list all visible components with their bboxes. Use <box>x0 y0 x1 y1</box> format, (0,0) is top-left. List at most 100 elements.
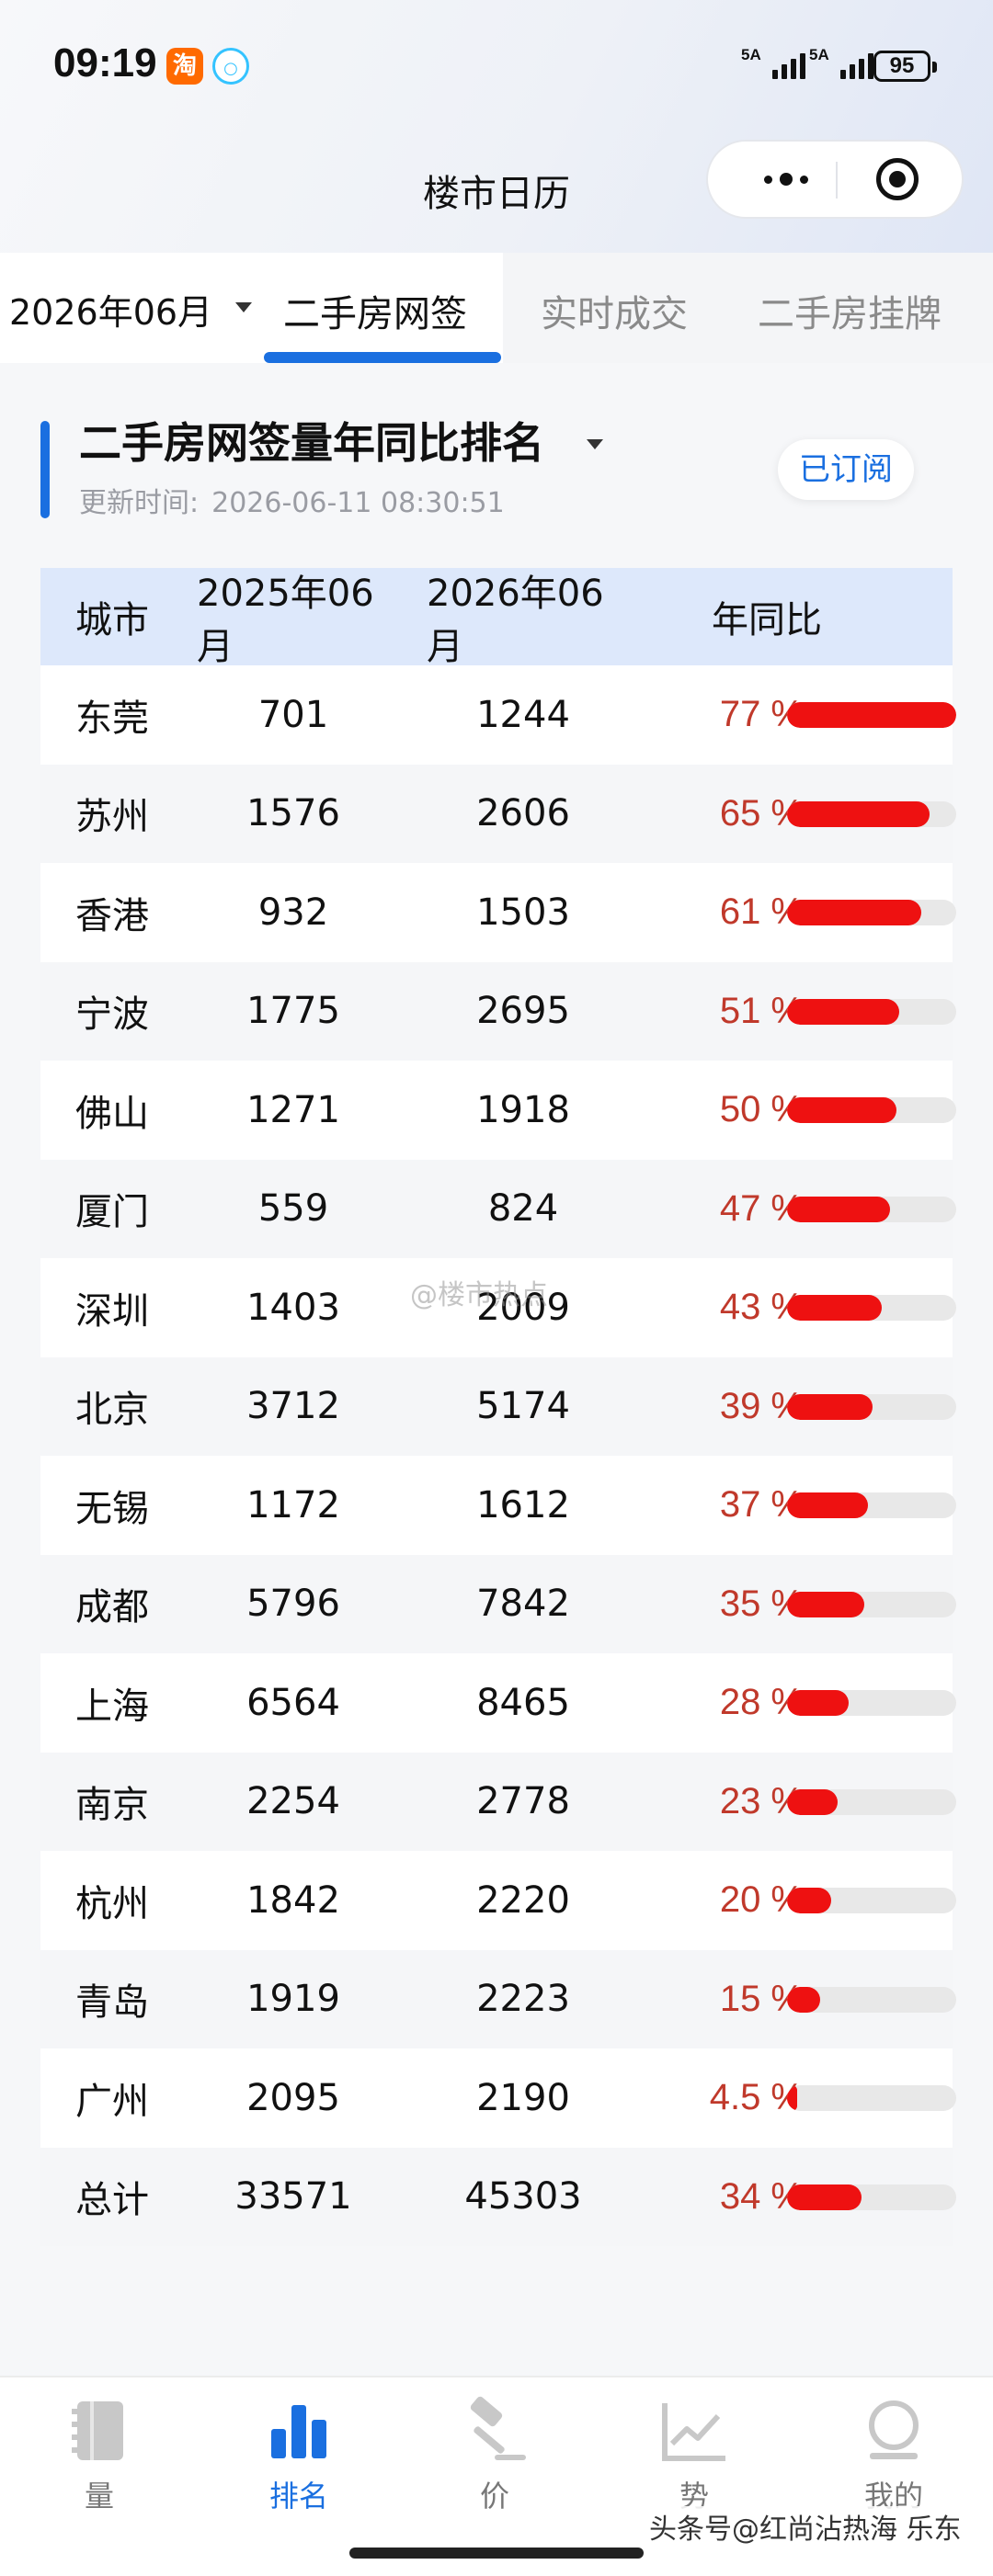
bar-chart-icon <box>271 2405 326 2458</box>
cell-prev-value: 2254 <box>246 1780 340 1823</box>
update-time-label: 更新时间: <box>79 487 200 519</box>
cell-yoy-percent: 43 % <box>719 1287 804 1328</box>
cell-prev-value: 6564 <box>246 1681 340 1724</box>
nav-item-price[interactable]: 价 <box>403 2377 587 2561</box>
update-time-value: 2026-06-11 08:30:51 <box>211 487 505 519</box>
yoy-bar-fill <box>787 1788 838 1815</box>
table-row: 总计 33571 45303 34 % <box>40 2147 956 2246</box>
cell-yoy-percent: 4.5 % <box>709 2077 804 2118</box>
yoy-bar-fill <box>787 1986 820 2013</box>
nav-label-price: 价 <box>479 2479 509 2514</box>
cell-prev-value: 1172 <box>246 1483 340 1526</box>
yoy-bar-track <box>787 1591 956 1617</box>
cell-cur-value: 1244 <box>476 693 570 736</box>
tab-realtime-deals[interactable]: 实时成交 <box>541 284 688 337</box>
cell-cur-value: 2695 <box>476 990 570 1033</box>
header-cur-month: 2026年06月 <box>427 573 604 668</box>
month-selector-label: 2026年06月 <box>9 292 213 333</box>
signal-icon-2: 5A <box>809 46 877 83</box>
table-row: 上海 6564 8465 28 % <box>40 1653 956 1753</box>
header-yoy: 年同比 <box>712 599 822 641</box>
cell-city: 南京 <box>75 1784 149 1827</box>
cell-prev-value: 33571 <box>234 2175 352 2219</box>
cell-cur-value: 2220 <box>476 1878 570 1922</box>
table-row: 苏州 1576 2606 65 % <box>40 764 956 863</box>
cell-prev-value: 2095 <box>246 2076 340 2119</box>
table-row: 香港 932 1503 61 % <box>40 863 956 962</box>
yoy-bar-fill <box>787 2184 862 2210</box>
table-row: 广州 2095 2190 4.5 % <box>40 2048 956 2148</box>
battery-icon: 95 <box>873 51 937 82</box>
cell-cur-value: 7842 <box>476 1583 570 1626</box>
yoy-bar-track <box>787 1888 956 1913</box>
yoy-bar-track <box>787 1788 956 1815</box>
cell-yoy-percent: 61 % <box>719 891 804 933</box>
cell-city: 上海 <box>75 1685 149 1728</box>
yoy-bar-track <box>787 1492 956 1518</box>
cell-prev-value: 1403 <box>246 1286 340 1329</box>
cell-prev-value: 1271 <box>246 1088 340 1131</box>
yoy-bar-fill <box>787 702 956 728</box>
yoy-bar-fill <box>787 1591 864 1617</box>
cell-prev-value: 1775 <box>246 990 340 1033</box>
section-accent-bar <box>40 421 50 518</box>
cell-cur-value: 1918 <box>476 1088 570 1131</box>
cell-prev-value: 1842 <box>246 1878 340 1922</box>
cell-cur-value: 1503 <box>476 891 570 934</box>
tab-second-hand-signing[interactable]: 二手房网签 <box>283 284 467 337</box>
cell-prev-value: 932 <box>257 891 329 934</box>
cell-city: 广州 <box>75 2080 149 2123</box>
cell-prev-value: 5796 <box>246 1583 340 1626</box>
chevron-down-icon[interactable] <box>587 439 603 449</box>
yoy-bar-track <box>787 998 956 1025</box>
table-row: 东莞 701 1244 77 % <box>40 665 956 765</box>
cell-yoy-percent: 15 % <box>719 1978 804 2019</box>
more-options-button[interactable] <box>745 142 828 217</box>
cell-yoy-percent: 65 % <box>719 792 804 834</box>
yoy-bar-fill <box>787 1196 890 1222</box>
header-city: 城市 <box>75 599 149 641</box>
yoy-bar-track <box>787 1986 956 2013</box>
cell-cur-value: 824 <box>487 1187 559 1231</box>
tab-second-hand-listings[interactable]: 二手房挂牌 <box>758 284 942 337</box>
nav-item-volume[interactable]: 量 <box>7 2377 191 2561</box>
table-row: 厦门 559 824 47 % <box>40 1159 956 1258</box>
yoy-bar-fill <box>787 900 921 925</box>
yoy-bar-fill <box>787 1690 849 1716</box>
table-row: 北京 3712 5174 39 % <box>40 1356 956 1456</box>
watermark: @楼市热点 <box>410 1279 548 1311</box>
cell-city: 东莞 <box>75 697 149 740</box>
yoy-bar-fill <box>787 998 899 1025</box>
yoy-bar-fill <box>787 2085 797 2111</box>
cell-yoy-percent: 50 % <box>719 1089 804 1130</box>
active-tab-indicator <box>264 352 501 363</box>
cell-yoy-percent: 35 % <box>719 1583 804 1624</box>
cell-prev-value: 701 <box>257 693 329 736</box>
chevron-down-icon <box>235 302 252 312</box>
home-indicator[interactable] <box>349 2548 644 2559</box>
cell-yoy-percent: 28 % <box>719 1682 804 1723</box>
cell-prev-value: 3712 <box>246 1385 340 1428</box>
close-target-icon[interactable] <box>876 158 919 200</box>
profile-icon <box>869 2400 919 2459</box>
ranking-table: 城市 2025年06月 2026年06月 年同比 东莞 701 1244 77 % 苏州… <box>40 568 956 2246</box>
table-row: 南京 2254 2778 23 % <box>40 1752 956 1851</box>
cell-yoy-percent: 34 % <box>719 2175 804 2217</box>
trend-chart-icon <box>662 2403 725 2461</box>
subscribe-button[interactable]: 已订阅 <box>778 439 914 500</box>
table-header: 城市 2025年06月 2026年06月 年同比 <box>40 568 953 668</box>
status-time: 09:19 <box>53 40 157 85</box>
yoy-bar-fill <box>787 1393 873 1420</box>
nav-item-ranking[interactable]: 排名 <box>207 2377 391 2561</box>
nav-label-volume: 量 <box>84 2479 114 2514</box>
yoy-bar-track <box>787 1690 956 1716</box>
table-row: 青岛 1919 2223 15 % <box>40 1949 956 2048</box>
cell-city: 佛山 <box>75 1092 149 1135</box>
month-selector[interactable]: 2026年06月 <box>0 253 262 363</box>
cell-city: 成都 <box>75 1586 149 1629</box>
cell-yoy-percent: 77 % <box>719 694 804 735</box>
network-type-2: 5A <box>809 46 829 63</box>
yoy-bar-track <box>787 1393 956 1420</box>
section-title[interactable]: 二手房网签量年同比排名 <box>79 410 544 471</box>
cell-city: 总计 <box>75 2179 149 2222</box>
